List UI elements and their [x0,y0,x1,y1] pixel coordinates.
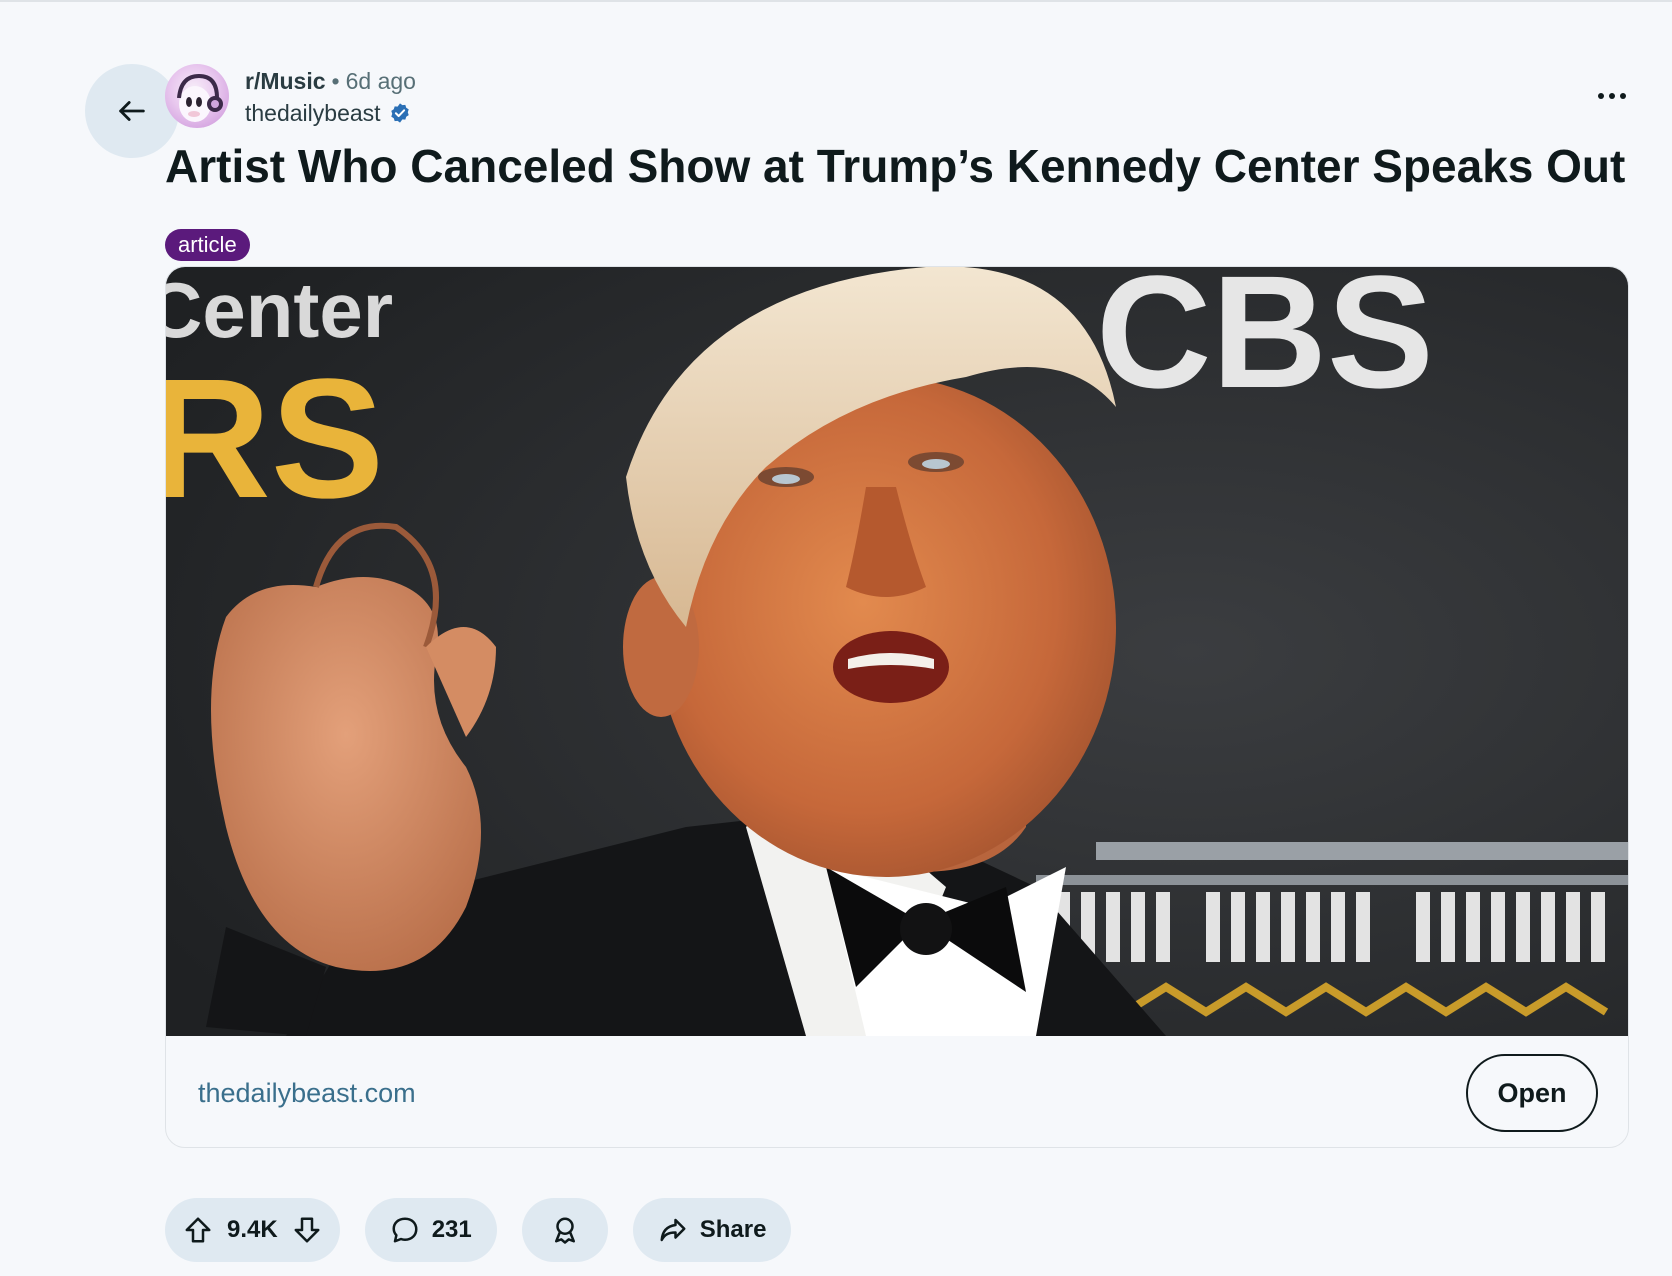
link-footer: thedailybeast.com Open [166,1036,1628,1147]
top-divider [0,0,1672,2]
music-mascot-icon [177,73,223,122]
article-thumbnail[interactable]: Center RS CBS [166,267,1629,1036]
share-icon [660,1218,686,1242]
backdrop-text-cbs: CBS [1096,267,1434,421]
comment-icon [392,1217,418,1243]
upvote-icon [185,1217,211,1243]
award-button[interactable] [521,1198,608,1262]
link-preview-card[interactable]: Center RS CBS thedailybeast.com Open [165,266,1629,1148]
comments-button[interactable]: 231 [364,1198,497,1262]
subreddit-avatar[interactable] [165,64,229,128]
share-label: Share [699,1216,767,1243]
author-name[interactable]: thedailybeast [245,98,381,128]
verified-badge-icon [390,103,409,123]
comment-count: 231 [431,1216,472,1243]
more-horizontal-icon [1598,93,1626,99]
upvote-button[interactable] [183,1215,213,1245]
subreddit-link[interactable]: r/Music [245,68,326,94]
post-meta: r/Music • 6d ago [245,66,416,96]
post-time: 6d ago [345,68,416,94]
post-flair[interactable]: article [165,229,250,261]
downvote-button[interactable] [292,1215,322,1245]
backdrop-text-center: Center [166,267,393,354]
award-icon [554,1217,575,1244]
author-row[interactable]: thedailybeast [245,98,411,128]
arrow-left-icon [119,101,145,121]
post-actions-bar: 9.4K 231 Share [165,1198,792,1262]
downvote-icon [294,1217,320,1243]
vote-control: 9.4K [165,1198,340,1262]
post-title[interactable]: Artist Who Canceled Show at Trump’s Kenn… [165,136,1645,196]
share-button[interactable]: Share [632,1198,792,1262]
vote-count: 9.4K [227,1216,278,1243]
link-domain[interactable]: thedailybeast.com [198,1076,416,1110]
meta-separator: • [331,68,340,94]
backdrop-text-rs: RS [166,344,384,534]
open-link-button[interactable]: Open [1466,1054,1598,1132]
more-options-button[interactable] [1588,76,1636,116]
